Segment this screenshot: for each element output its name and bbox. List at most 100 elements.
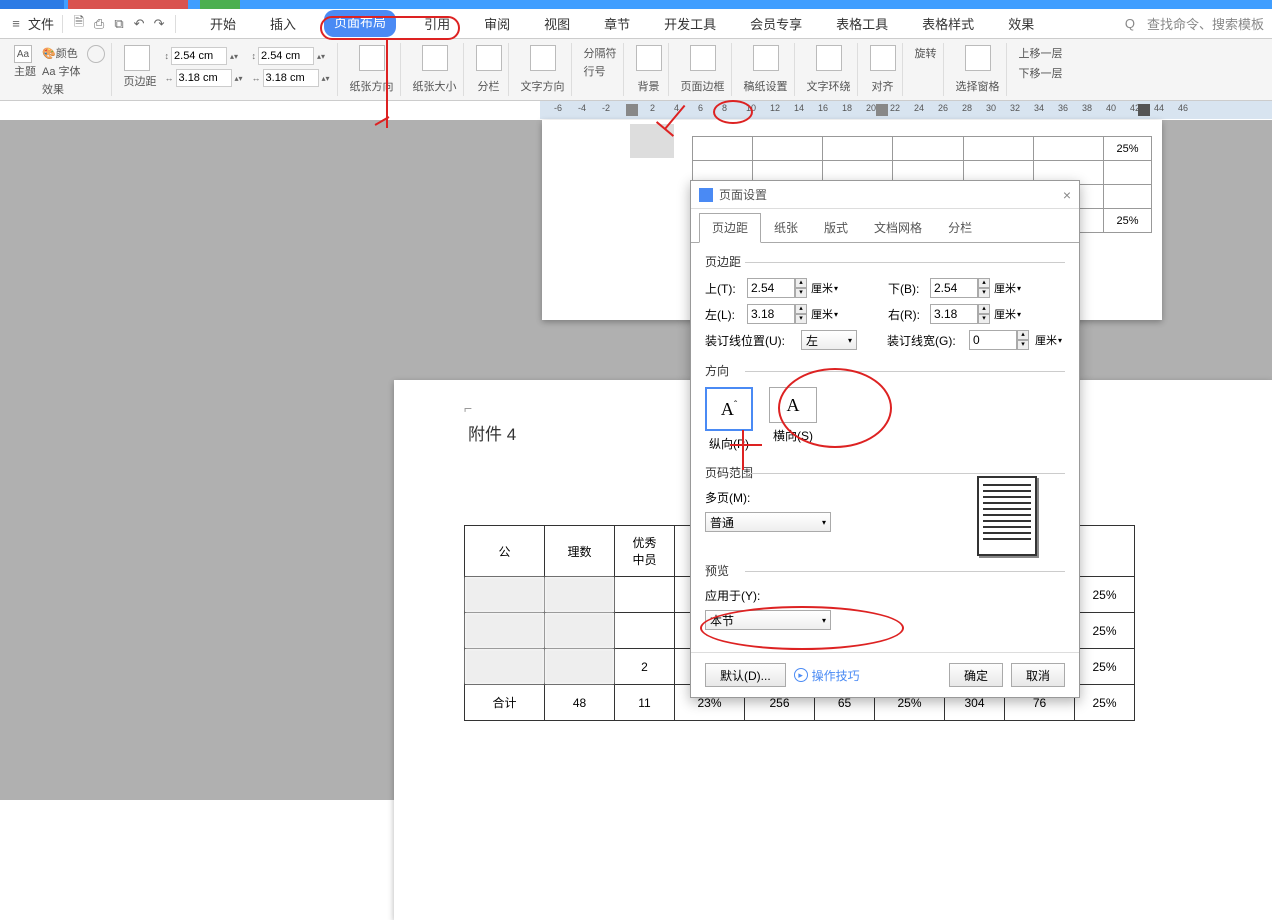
text-direction-button[interactable] <box>530 45 556 71</box>
apply-to-select[interactable]: 本节▾ <box>705 610 831 630</box>
default-button[interactable]: 默认(D)... <box>705 663 786 687</box>
search-box[interactable]: 查找命令、搜索模板 <box>1147 14 1264 33</box>
theme-effect[interactable]: 效果 <box>42 81 81 97</box>
orientation-portrait[interactable]: A 纵向(P) <box>705 387 753 452</box>
ruler-tick: 6 <box>698 103 703 113</box>
cancel-button[interactable]: 取消 <box>1011 663 1065 687</box>
dialog-tab-margins[interactable]: 页边距 <box>699 213 761 243</box>
ruler-tick: 46 <box>1178 103 1188 113</box>
ruler-tick: 24 <box>914 103 924 113</box>
margin-bottom-input[interactable] <box>930 278 978 298</box>
table-header: 优秀中员 <box>615 526 675 577</box>
ruler-tick: 2 <box>650 103 655 113</box>
ruler-tick: 40 <box>1106 103 1116 113</box>
ruler-tick: 12 <box>770 103 780 113</box>
margins-group: 页边距 ↕▴▾ ↔▴▾ ↕▴▾ ↔▴▾ <box>118 43 338 96</box>
menu-icon[interactable]: ≡ <box>8 16 24 32</box>
theme-color[interactable]: 🎨颜色 <box>42 45 81 61</box>
window-tabs-bar <box>0 0 1272 9</box>
tab-segment[interactable] <box>68 0 188 9</box>
page-setup-dialog: 页面设置 × 页边距 纸张 版式 文档网格 分栏 页边距 上(T): ▴▾ 厘米… <box>690 180 1080 698</box>
document-area: 25% 25% ⌐ 附件 4 公 理数 优秀中员 922325% 1443625… <box>0 120 1272 800</box>
section-label: 预览 <box>705 562 1065 579</box>
tab-view[interactable]: 视图 <box>538 10 576 37</box>
ruler-tick: 8 <box>722 103 727 113</box>
spin-up-icon[interactable]: ▴ <box>795 278 807 288</box>
margin-top-input[interactable] <box>171 47 227 65</box>
margins-icon[interactable] <box>124 45 150 71</box>
dialog-tab-paper[interactable]: 纸张 <box>761 213 811 242</box>
ruler-tick: 34 <box>1034 103 1044 113</box>
columns-button[interactable] <box>476 45 502 71</box>
line-number-button[interactable]: 行号 <box>584 63 617 79</box>
ruler-tick: 10 <box>746 103 756 113</box>
ruler-indent-marker[interactable] <box>626 104 638 116</box>
ruler-tick: 36 <box>1058 103 1068 113</box>
orientation-button[interactable] <box>359 45 385 71</box>
send-backward-button[interactable]: 下移一层 <box>1019 65 1063 81</box>
tab-home[interactable]: 开始 <box>204 10 242 37</box>
tab-insert[interactable]: 插入 <box>264 10 302 37</box>
preview-icon[interactable]: ⧉ <box>111 16 127 32</box>
dialog-tab-columns[interactable]: 分栏 <box>935 213 985 242</box>
tab-segment[interactable] <box>0 0 64 9</box>
paper-size-button[interactable] <box>422 45 448 71</box>
ruler-tick: -4 <box>578 103 586 113</box>
margin-right-input[interactable] <box>930 304 978 324</box>
spin-down-icon[interactable]: ▾ <box>795 288 807 298</box>
rotate-button[interactable]: 旋转 <box>915 45 937 61</box>
text-wrap-button[interactable] <box>816 45 842 71</box>
margin-bottom-input[interactable] <box>258 47 314 65</box>
margin-right-input[interactable] <box>263 69 319 87</box>
margin-left-input[interactable] <box>176 69 232 87</box>
tab-dev[interactable]: 开发工具 <box>658 10 722 37</box>
tab-page-layout[interactable]: 页面布局 <box>324 10 396 37</box>
breaks-button[interactable]: 分隔符 <box>584 45 617 61</box>
ruler-tick: 30 <box>986 103 996 113</box>
tab-table-style[interactable]: 表格样式 <box>916 10 980 37</box>
ruler-tick: 20 <box>866 103 876 113</box>
theme-font[interactable]: Aa 字体 <box>42 63 81 79</box>
margin-left-input[interactable] <box>747 304 795 324</box>
background-button[interactable] <box>636 45 662 71</box>
tab-review[interactable]: 审阅 <box>478 10 516 37</box>
ok-button[interactable]: 确定 <box>949 663 1003 687</box>
tab-segment[interactable] <box>200 0 240 9</box>
ruler-tick: 22 <box>890 103 900 113</box>
orientation-landscape[interactable]: A 横向(S) <box>769 387 817 452</box>
selection-pane-button[interactable] <box>965 45 991 71</box>
dialog-tab-layout[interactable]: 版式 <box>811 213 861 242</box>
tips-link[interactable]: ▸操作技巧 <box>794 667 860 684</box>
gutter-position-select[interactable]: 左▾ <box>801 330 857 350</box>
tab-table-tools[interactable]: 表格工具 <box>830 10 894 37</box>
tab-references[interactable]: 引用 <box>418 10 456 37</box>
paper-settings-button[interactable] <box>753 45 779 71</box>
gutter-width-input[interactable] <box>969 330 1017 350</box>
save-icon[interactable]: 🗎 <box>71 16 87 32</box>
ruler-tick: 28 <box>962 103 972 113</box>
ruler-indent-marker[interactable] <box>876 104 888 116</box>
dialog-titlebar[interactable]: 页面设置 × <box>691 181 1079 209</box>
tab-section[interactable]: 章节 <box>598 10 636 37</box>
ruler[interactable]: -6-4-22468101214161820222426283032343638… <box>540 101 1272 119</box>
margin-top-input[interactable] <box>747 278 795 298</box>
ruler-tick: 32 <box>1010 103 1020 113</box>
close-icon[interactable]: × <box>1063 187 1071 203</box>
table-header: 公 <box>465 526 545 577</box>
tab-effect[interactable]: 效果 <box>1002 10 1040 37</box>
ruler-tick: -2 <box>602 103 610 113</box>
blurred-content <box>630 124 674 158</box>
page-border-button[interactable] <box>690 45 716 71</box>
undo-icon[interactable]: ↶ <box>131 16 147 32</box>
preview-thumbnail <box>977 476 1037 556</box>
ruler-tick: 26 <box>938 103 948 113</box>
redo-icon[interactable]: ↷ <box>151 16 167 32</box>
align-button[interactable] <box>870 45 896 71</box>
print-icon[interactable]: ⎙ <box>91 16 107 32</box>
file-menu[interactable]: 文件 <box>28 14 54 33</box>
ribbon-tabs: 开始 插入 页面布局 引用 审阅 视图 章节 开发工具 会员专享 表格工具 表格… <box>204 10 1040 37</box>
dialog-tab-grid[interactable]: 文档网格 <box>861 213 935 242</box>
multi-page-select[interactable]: 普通▾ <box>705 512 831 532</box>
tab-vip[interactable]: 会员专享 <box>744 10 808 37</box>
bring-forward-button[interactable]: 上移一层 <box>1019 45 1063 61</box>
